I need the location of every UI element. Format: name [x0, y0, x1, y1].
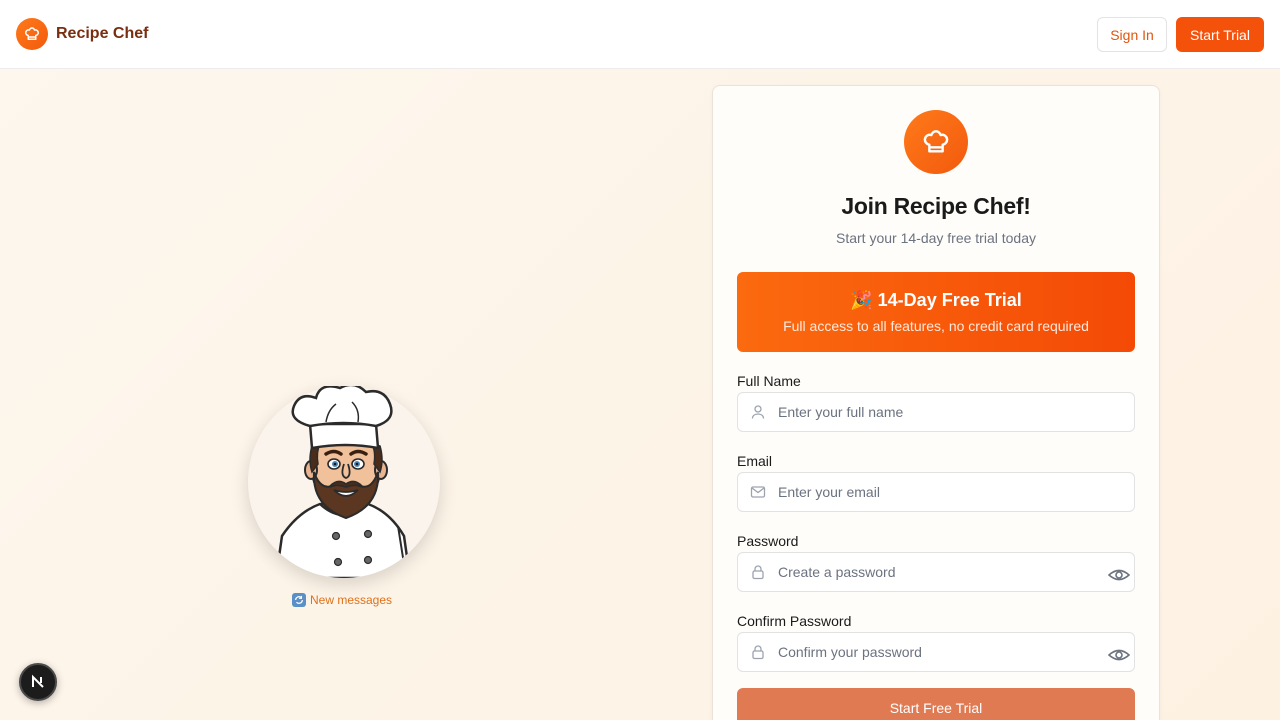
start-free-trial-button[interactable]: Start Free Trial — [737, 688, 1135, 720]
email-field — [737, 472, 1135, 512]
password-label: Password — [737, 533, 799, 549]
dev-tools-toggle[interactable] — [19, 663, 57, 701]
new-messages-label: New messages — [310, 593, 393, 607]
lock-icon — [752, 645, 764, 660]
top-navbar: Recipe Chef Sign In Start Trial — [0, 0, 1280, 69]
chef-hat-icon — [904, 110, 968, 174]
user-icon — [751, 405, 765, 419]
confirm-password-field — [737, 632, 1135, 672]
lock-icon — [752, 565, 764, 580]
promo-description: Full access to all features, no credit c… — [783, 318, 1089, 334]
email-input[interactable] — [778, 473, 1098, 511]
sign-in-button[interactable]: Sign In — [1097, 17, 1167, 52]
confirm-password-label: Confirm Password — [737, 613, 852, 629]
password-field — [737, 552, 1135, 592]
brand-name: Recipe Chef — [56, 25, 149, 42]
chef-hat-icon — [16, 18, 48, 50]
chef-illustration — [274, 386, 412, 578]
chef-avatar — [248, 386, 440, 578]
full-name-field — [737, 392, 1135, 432]
start-trial-button[interactable]: Start Trial — [1176, 17, 1264, 52]
brand[interactable]: Recipe Chef — [16, 18, 148, 50]
signup-card: Join Recipe Chef! Start your 14-day free… — [712, 85, 1160, 720]
full-name-label: Full Name — [737, 373, 801, 389]
page-subtitle: Start your 14-day free trial today — [836, 230, 1036, 246]
promo-title: 🎉 14-Day Free Trial — [850, 290, 1022, 310]
email-label: Email — [737, 453, 773, 469]
full-name-input[interactable] — [778, 393, 1098, 431]
next-logo-icon — [32, 674, 44, 688]
mail-icon — [750, 486, 766, 498]
page-title: Join Recipe Chef! — [841, 193, 1031, 219]
trial-promo-banner: 🎉 14-Day Free Trial Full access to all f… — [737, 272, 1135, 352]
new-messages-link[interactable]: New messages — [292, 593, 392, 607]
confirm-password-input[interactable] — [778, 633, 1098, 671]
refresh-messages-icon — [292, 593, 306, 607]
password-input[interactable] — [778, 553, 1098, 591]
show-confirm-password-icon[interactable] — [1108, 647, 1130, 663]
show-password-icon[interactable] — [1108, 567, 1130, 583]
